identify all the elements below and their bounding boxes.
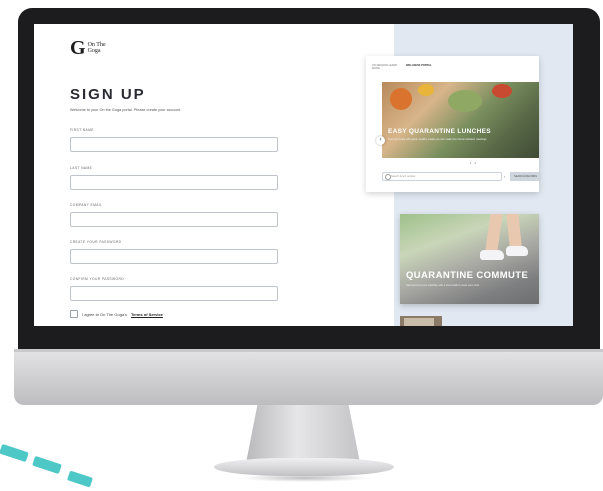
decorative-dash (0, 443, 29, 463)
next-card-image (404, 318, 434, 326)
carousel-dots[interactable]: • • (470, 160, 477, 165)
tomato-graphic (492, 84, 512, 98)
sneaker-graphic (506, 246, 528, 256)
decorative-dash (67, 470, 93, 488)
monitor-stand (246, 405, 360, 463)
tab-on-demand[interactable]: ON DEMAND LEARN MORE (372, 64, 404, 70)
monitor-chin (14, 349, 603, 405)
lemon-graphic (418, 84, 434, 96)
monitor-chin-edge (14, 349, 603, 352)
arrow-right-icon[interactable]: › (504, 174, 509, 179)
search-recipes-button[interactable]: SEARCH RECIPES (510, 172, 541, 181)
recipe-search-input[interactable]: Search lunch recipes (382, 172, 502, 181)
tab-wellness-portal[interactable]: WELLNESS PORTAL (406, 64, 442, 67)
sneaker-graphic (480, 250, 504, 260)
feature-title: EASY QUARANTINE LUNCHES (388, 128, 491, 135)
lunch-image: EASY QUARANTINE LUNCHES Fuel your body w… (382, 82, 539, 158)
commute-title: QUARANTINE COMMUTE (406, 270, 529, 281)
runner-leg-graphic (484, 214, 504, 255)
commute-subtitle: Start and end your workday with a short … (406, 284, 480, 287)
orange-graphic (390, 88, 412, 110)
preview-layer: ON DEMAND LEARN MORE WELLNESS PORTAL EAS… (34, 24, 573, 326)
salad-graphic (448, 90, 482, 112)
search-icon (385, 174, 391, 180)
stand-shadow (240, 474, 370, 482)
feature-subtitle: Fuel your body with quick, healthy meals… (388, 138, 488, 141)
chevron-left-icon[interactable]: ‹ (376, 136, 385, 145)
commute-card[interactable]: QUARANTINE COMMUTE Start and end your wo… (400, 214, 539, 304)
decorative-dash (32, 455, 62, 475)
